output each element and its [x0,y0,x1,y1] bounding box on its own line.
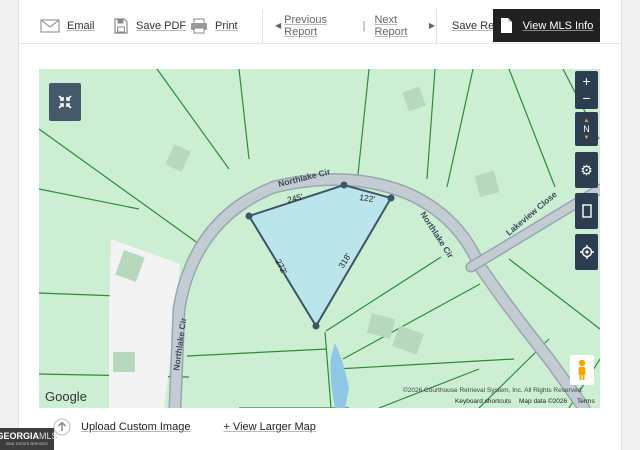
exit-fullscreen-button[interactable] [49,83,81,121]
nav-divider: | [362,19,366,32]
street-view-toggle-button[interactable] [575,193,598,229]
georgia-mls-logo: GEORGIA MLS REAL ESTATE SERVICES [0,428,58,450]
brand-name-mls: MLS [39,430,58,441]
previous-report-label: Previous Report [284,13,327,38]
printer-icon [191,18,207,33]
zoom-controls: + − [575,71,598,109]
view-mls-info-button[interactable]: View MLS Info [493,9,600,42]
next-report-link[interactable]: Next Report ▶ [374,14,435,38]
parcel-map[interactable]: Northlake Cir Northlake Cir Northlake Ci… [39,69,600,408]
map-copyright: ©2026 Courthouse Retrieval System, Inc. … [403,387,584,394]
next-report-label: Next Report [374,13,408,38]
my-location-button[interactable] [575,234,598,270]
email-label: Email [67,19,95,32]
keyboard-shortcuts-link[interactable]: Keyboard shortcuts [455,398,511,405]
email-button[interactable]: Email [40,9,112,43]
view-larger-map-link[interactable]: + View Larger Map [223,421,315,433]
toolbar-divider [262,8,263,43]
print-label: Print [215,19,238,32]
terms-link[interactable]: Terms [577,398,595,405]
crosshair-icon [579,245,594,259]
brand-tagline: REAL ESTATE SERVICES [6,441,48,446]
map-data-credit: Map data ©2026 [519,398,568,405]
view-larger-map-label: + View Larger Map [223,421,316,433]
toolbar-divider [436,8,437,43]
brand-name-georgia: GEORGIA [0,430,39,441]
triangle-right-icon: ▶ [428,21,435,30]
zoom-in-button[interactable]: + [582,73,590,90]
print-button[interactable]: Print [190,9,262,43]
upload-custom-image-button[interactable]: Upload Custom Image [53,418,190,436]
zoom-out-button[interactable]: − [582,90,590,107]
floppy-disk-icon [114,17,128,34]
save-pdf-button[interactable]: Save PDF [114,9,190,43]
pegman-button[interactable] [570,355,594,385]
settings-button[interactable]: ⚙ [575,152,598,188]
report-navigation: ◀ Previous Report | Next Report ▶ [275,9,435,43]
collapse-arrows-icon [58,95,72,109]
previous-report-link[interactable]: ◀ Previous Report [275,14,354,38]
triangle-left-icon: ◀ [275,21,282,30]
envelope-icon [40,18,60,33]
map-actions-bar: Upload Custom Image + View Larger Map [39,408,600,446]
document-icon [500,18,512,33]
selected-parcel[interactable] [247,183,393,328]
google-logo: Google [45,389,87,404]
pegman-icon [578,359,586,380]
upload-custom-image-label: Upload Custom Image [81,421,191,433]
map-canvas: Northlake Cir Northlake Cir Northlake Ci… [39,69,600,408]
water-stream [330,343,349,408]
compass-arrow-down-icon: ▼ [583,134,590,141]
save-pdf-label: Save PDF [136,19,187,32]
rectangle-icon [581,204,592,218]
compass-label: N [583,123,590,134]
compass-button[interactable]: ▲ N ▼ [575,112,598,146]
gear-icon: ⚙ [580,161,593,178]
view-mls-info-label: View MLS Info [522,19,594,32]
